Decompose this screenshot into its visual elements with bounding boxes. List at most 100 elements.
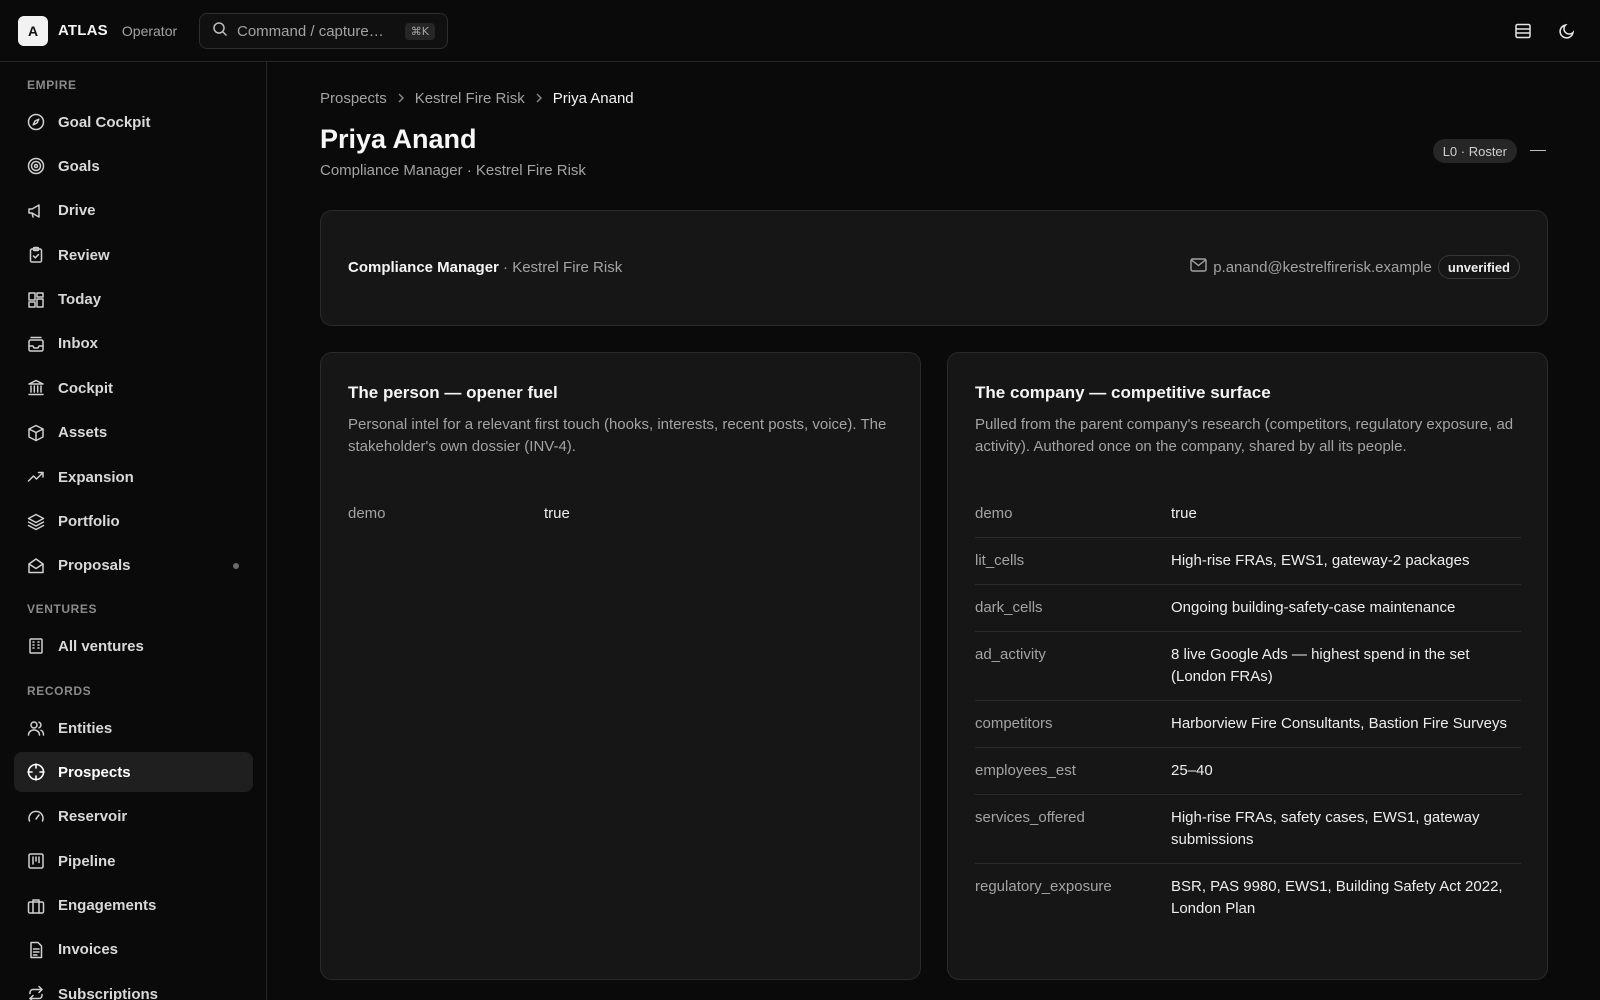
sidebar-item-prospects[interactable]: Prospects	[14, 752, 253, 793]
attribute-value: 8 live Google Ads — highest spend in the…	[1171, 646, 1470, 685]
attribute-value: Harborview Fire Consultants, Bastion Fir…	[1171, 715, 1507, 732]
attribute-row: dark_cells Ongoing building-safety-case m…	[975, 585, 1521, 632]
sidebar-section-label: EMPIRE	[27, 78, 77, 92]
sidebar-item-label: Pipeline	[58, 852, 116, 870]
attribute-value: High-rise FRAs, EWS1, gateway-2 packages	[1171, 552, 1470, 569]
sidebar-item-label: Expansion	[58, 468, 134, 486]
search-shortcut: ⌘K	[404, 22, 435, 40]
search-icon	[212, 21, 228, 41]
sidebar-item-cockpit[interactable]: Cockpit	[14, 368, 253, 408]
sidebar-item-engagements[interactable]: Engagements	[14, 886, 253, 926]
chevron-right-icon	[535, 91, 543, 106]
person-attributes: demo true	[348, 491, 894, 537]
trending-up-icon	[27, 468, 45, 486]
attribute-value: Ongoing building-safety-case maintenance	[1171, 599, 1456, 616]
sidebar-item-subscriptions[interactable]: Subscriptions	[14, 974, 253, 1000]
attribute-key: demo	[975, 505, 1013, 522]
attribute-row: competitors Harborview Fire Consultants, …	[975, 701, 1521, 748]
sidebar-section-label: RECORDS	[27, 684, 92, 698]
breadcrumb-current: Priya Anand	[552, 90, 634, 107]
sidebar-item-label: Subscriptions	[58, 985, 159, 1000]
attribute-value: true	[1171, 505, 1197, 522]
page-title: Priya Anand	[320, 124, 477, 154]
attribute-value: High-rise FRAs, safety cases, EWS1, gate…	[1171, 809, 1480, 848]
summary-role: Compliance Manager · Kestrel Fire Risk	[348, 259, 622, 276]
sidebar-item-label: Cockpit	[58, 379, 114, 397]
app-role: Operator	[121, 22, 178, 39]
attribute-row: demo true	[348, 491, 894, 537]
sidebar-item-label: All ventures	[58, 637, 144, 655]
attribute-key: services_offered	[975, 809, 1085, 826]
tier-badge: L0 · Roster	[1432, 139, 1517, 163]
package-icon	[27, 424, 45, 442]
dashboard-icon	[27, 291, 45, 309]
attribute-key: competitors	[975, 715, 1053, 732]
sidebar-item-label: Prospects	[58, 763, 131, 781]
sidebar-item-goal-cockpit[interactable]: Goal Cockpit	[14, 102, 253, 142]
sidebar-item-label: Goal Cockpit	[58, 113, 151, 131]
sidebar-item-label: Portfolio	[58, 513, 120, 531]
attribute-key: regulatory_exposure	[975, 878, 1112, 895]
notification-dot	[233, 562, 239, 569]
chevron-right-icon	[397, 91, 405, 106]
sidebar-item-all-ventures[interactable]: All ventures	[14, 626, 253, 666]
main-content: Prospects Kestrel Fire Risk Priya Anand …	[267, 62, 1600, 1000]
command-search[interactable]: Command / capture… ⌘K	[199, 13, 448, 49]
search-placeholder: Command / capture…	[237, 22, 384, 40]
sidebar-item-entities[interactable]: Entities	[14, 708, 253, 748]
sidebar-item-portfolio[interactable]: Portfolio	[14, 502, 253, 542]
sidebar-item-inbox[interactable]: Inbox	[14, 324, 253, 364]
sidebar-item-proposals[interactable]: Proposals	[14, 546, 253, 586]
sidebar-item-today[interactable]: Today	[14, 280, 253, 320]
person-panel-title: The person — opener fuel	[348, 383, 558, 402]
sidebar-item-goals[interactable]: Goals	[14, 146, 253, 186]
sidebar-item-label: Goals	[58, 157, 100, 175]
file-text-icon	[27, 941, 45, 959]
attribute-row: ad_activity 8 live Google Ads — highest s…	[975, 632, 1521, 701]
repeat-icon	[27, 985, 45, 1000]
sidebar-item-assets[interactable]: Assets	[14, 413, 253, 453]
person-panel-description: Personal intel for a relevant first touc…	[348, 416, 887, 455]
attribute-row: demo true	[975, 491, 1521, 538]
bank-icon	[27, 379, 45, 397]
attribute-key: lit_cells	[975, 552, 1025, 569]
layers-icon	[27, 513, 45, 531]
inbox-stack-icon	[27, 335, 45, 353]
attribute-key: demo	[348, 505, 386, 522]
sidebar-item-label: Inbox	[58, 335, 98, 353]
attribute-row: services_offered High-rise FRAs, safety c…	[975, 795, 1521, 864]
briefcase-icon	[27, 897, 45, 915]
sidebar-section-label: VENTURES	[27, 602, 98, 616]
company-panel-description: Pulled from the parent company's researc…	[975, 416, 1514, 455]
sidebar-item-expansion[interactable]: Expansion	[14, 457, 253, 497]
sidebar-item-label: Today	[58, 291, 102, 309]
sidebar-item-reservoir[interactable]: Reservoir	[14, 797, 253, 837]
theme-toggle-moon-icon[interactable]	[1556, 20, 1578, 42]
megaphone-icon	[27, 202, 45, 220]
app-name: ATLAS	[58, 22, 108, 39]
sidebar-item-pipeline[interactable]: Pipeline	[14, 841, 253, 881]
page-subtitle: Compliance Manager · Kestrel Fire Risk	[320, 162, 586, 179]
company-attributes: demo true lit_cells High-rise FRAs, EWS1, g…	[975, 491, 1521, 932]
brand[interactable]: A ATLAS Operator	[18, 15, 178, 46]
attribute-row: lit_cells High-rise FRAs, EWS1, gateway-2…	[975, 538, 1521, 585]
summary-company: · Kestrel Fire Risk	[503, 259, 623, 276]
attribute-row: regulatory_exposure BSR, PAS 9980, EWS1, …	[975, 864, 1521, 932]
attribute-value: BSR, PAS 9980, EWS1, Building Safety Act…	[1171, 878, 1503, 917]
top-bar: A ATLAS Operator Command / capture… ⌘K	[0, 0, 1600, 62]
attribute-row: employees_est 25–40	[975, 748, 1521, 795]
prospect-email[interactable]: p.anand@kestrelfirerisk.example	[1213, 259, 1432, 276]
compass-icon	[27, 113, 45, 131]
sidebar-item-label: Assets	[58, 424, 108, 442]
breadcrumb: Prospects Kestrel Fire Risk Priya Anand	[320, 90, 634, 107]
sidebar-item-label: Proposals	[58, 557, 131, 575]
sidebar-item-drive[interactable]: Drive	[14, 191, 253, 231]
panel-toggle-icon[interactable]	[1512, 20, 1534, 42]
sidebar-item-invoices[interactable]: Invoices	[14, 930, 253, 970]
app-logo: A	[18, 15, 48, 46]
tier-menu-dash[interactable]	[1530, 150, 1546, 151]
sidebar-section-records: RECORDS Entities Prospects Reservoir Pipelin…	[0, 682, 266, 1000]
breadcrumb-prospects[interactable]: Prospects	[320, 90, 387, 107]
breadcrumb-company[interactable]: Kestrel Fire Risk	[415, 90, 525, 107]
sidebar-item-review[interactable]: Review	[14, 235, 253, 275]
